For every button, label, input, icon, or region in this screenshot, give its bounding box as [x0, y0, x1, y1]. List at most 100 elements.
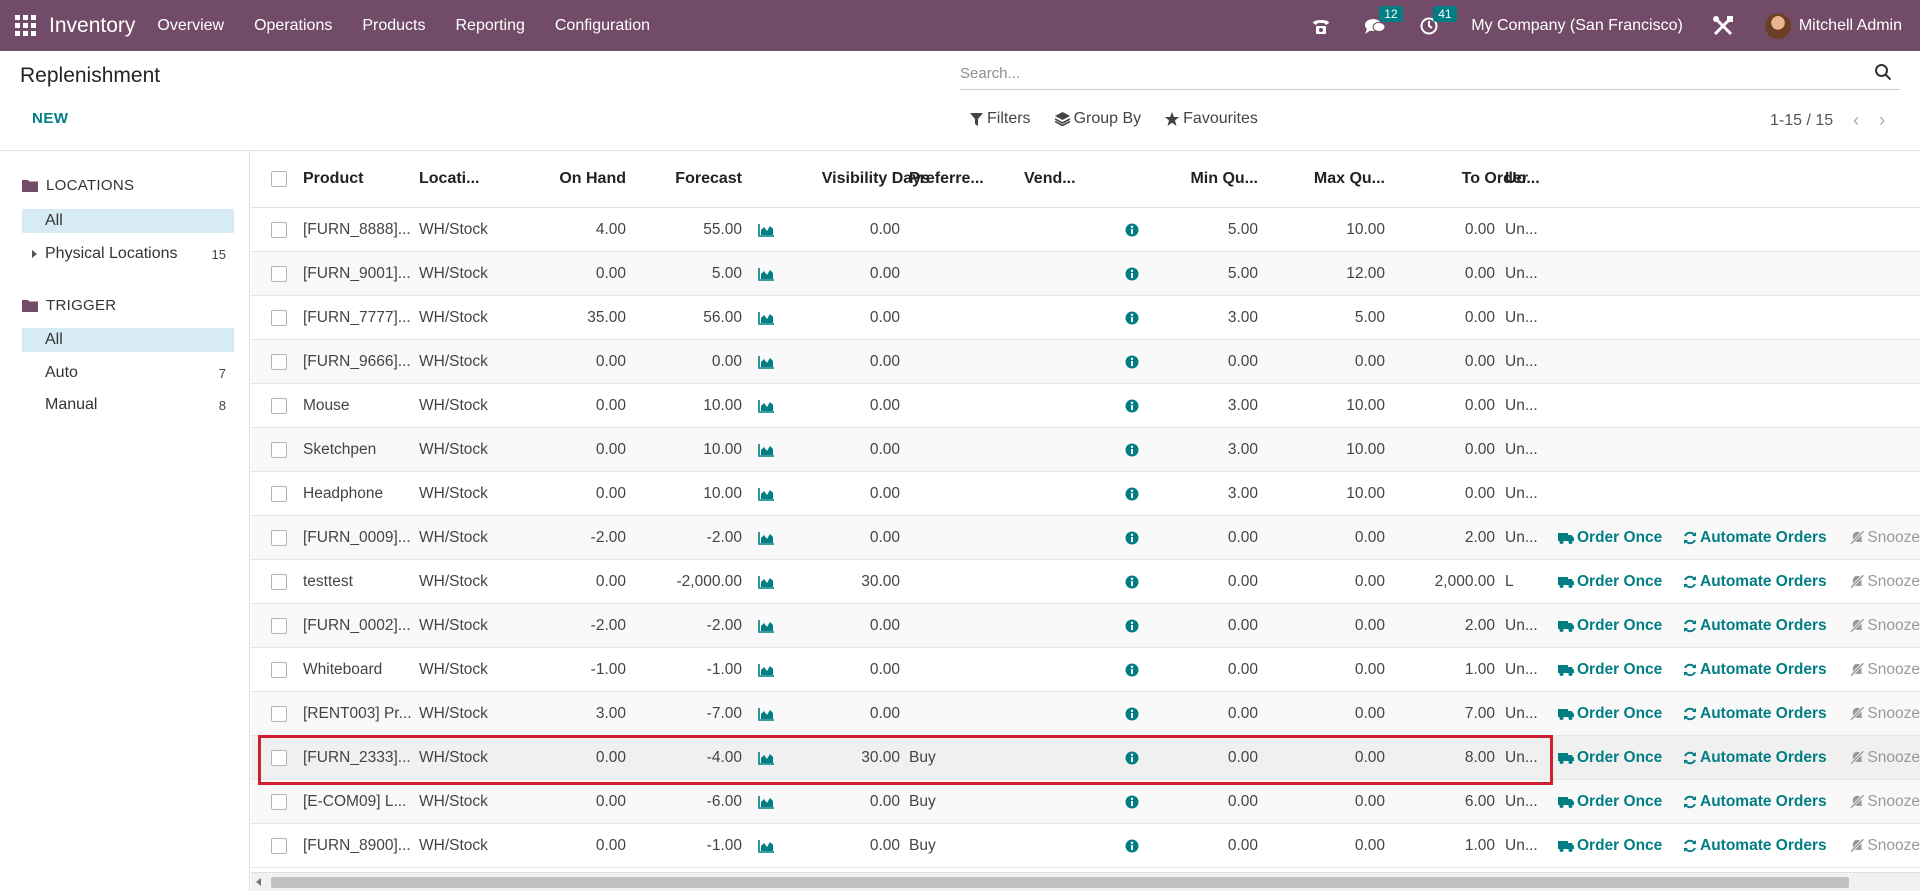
cell-forecast[interactable]: -1.00	[636, 648, 742, 691]
row-checkbox[interactable]	[271, 485, 287, 502]
row-checkbox[interactable]	[271, 529, 287, 546]
cell-forecast[interactable]: 0.00	[636, 340, 742, 383]
table-row[interactable]: Mouse WH/Stock 0.00 10.00 0.00 3.00 10.00 0.00 U…	[251, 384, 1920, 428]
cell-on-hand[interactable]: 0.00	[501, 736, 626, 779]
cell-preferred-route[interactable]: Buy	[909, 736, 999, 779]
cell-max-qty[interactable]: 0.00	[1261, 648, 1385, 691]
cell-min-qty[interactable]: 5.00	[1131, 208, 1258, 251]
cell-uom[interactable]: Un...	[1505, 208, 1545, 251]
location-all[interactable]: All	[22, 209, 234, 233]
cell-forecast[interactable]: -2.00	[636, 604, 742, 647]
snooze-button[interactable]: Snooze	[1850, 560, 1920, 603]
cell-max-qty[interactable]: 0.00	[1261, 780, 1385, 823]
col-forecast[interactable]: Forecast	[636, 151, 742, 207]
pager-value[interactable]: 1-15 / 15	[1770, 112, 1833, 130]
snooze-button[interactable]: Snooze	[1850, 648, 1920, 691]
cell-min-qty[interactable]: 0.00	[1131, 560, 1258, 603]
filters-button[interactable]: Filters	[970, 110, 1031, 128]
cell-forecast[interactable]: -2,000.00	[636, 560, 743, 603]
cell-vendor[interactable]	[1012, 472, 1132, 515]
debug-tools-icon[interactable]	[1711, 14, 1735, 38]
cell-location[interactable]: WH/Stock	[419, 780, 499, 823]
cell-vendor[interactable]	[1012, 824, 1132, 867]
forecast-graph-icon[interactable]	[758, 267, 775, 281]
forecast-graph-icon[interactable]	[758, 751, 775, 765]
table-row[interactable]: [FURN_0002]... WH/Stock -2.00 -2.00 0.00 0.00…	[251, 604, 1920, 648]
cell-max-qty[interactable]: 12.00	[1261, 252, 1385, 295]
cell-max-qty[interactable]: 0.00	[1261, 604, 1385, 647]
cell-product[interactable]: [FURN_2333]...	[303, 736, 415, 779]
cell-vendor[interactable]	[1012, 780, 1132, 823]
chevron-left-icon[interactable]: ‹	[1853, 110, 1859, 131]
cell-preferred-route[interactable]	[909, 692, 999, 735]
cell-product[interactable]: [FURN_9001]...	[303, 252, 415, 295]
cell-uom[interactable]: Un...	[1505, 472, 1545, 515]
row-checkbox[interactable]	[271, 837, 287, 854]
cell-on-hand[interactable]: -2.00	[501, 604, 626, 647]
cell-to-order[interactable]: 2,000.00	[1391, 560, 1495, 603]
app-brand[interactable]: Inventory	[49, 14, 135, 38]
favourites-button[interactable]: Favourites	[1165, 110, 1258, 128]
cell-location[interactable]: WH/Stock	[419, 252, 499, 295]
activities-clock-icon[interactable]: 41	[1417, 5, 1457, 38]
table-row[interactable]: [FURN_8900]... WH/Stock 0.00 -1.00 0.00 Buy 0.…	[251, 824, 1920, 868]
cell-min-qty[interactable]: 0.00	[1131, 780, 1258, 823]
col-location[interactable]: Locati...	[419, 151, 489, 207]
cell-to-order[interactable]: 8.00	[1391, 736, 1495, 779]
cell-on-hand[interactable]: -2.00	[501, 516, 626, 559]
cell-min-qty[interactable]: 3.00	[1131, 384, 1258, 427]
snooze-button[interactable]: Snooze	[1850, 824, 1920, 867]
cell-product[interactable]: [FURN_7777]...	[303, 296, 415, 339]
col-min-qty[interactable]: Min Qu...	[1131, 151, 1258, 207]
forecast-graph-icon[interactable]	[758, 311, 775, 325]
snooze-button[interactable]: Snooze	[1850, 780, 1920, 823]
forecast-graph-icon[interactable]	[758, 487, 775, 501]
automate-orders-button[interactable]: Automate Orders	[1683, 560, 1843, 603]
cell-forecast[interactable]: 5.00	[636, 252, 742, 295]
cell-on-hand[interactable]: 4.00	[501, 208, 626, 251]
cell-visibility-days[interactable]: 0.00	[781, 604, 900, 647]
cell-on-hand[interactable]: 0.00	[501, 472, 626, 515]
cell-uom[interactable]: Un...	[1505, 824, 1545, 867]
cell-product[interactable]: [FURN_9666]...	[303, 340, 415, 383]
cell-preferred-route[interactable]	[909, 472, 999, 515]
cell-vendor[interactable]	[1012, 560, 1132, 603]
cell-to-order[interactable]: 0.00	[1391, 340, 1495, 383]
cell-min-qty[interactable]: 3.00	[1131, 472, 1258, 515]
cell-product[interactable]: Mouse	[303, 384, 415, 427]
row-checkbox[interactable]	[271, 661, 287, 678]
cell-location[interactable]: WH/Stock	[419, 604, 499, 647]
cell-vendor[interactable]	[1012, 516, 1132, 559]
search-input[interactable]	[960, 60, 1840, 86]
cell-forecast[interactable]: 56.00	[636, 296, 742, 339]
trigger-auto[interactable]: Auto 7	[22, 361, 234, 385]
cell-location[interactable]: WH/Stock	[419, 516, 499, 559]
table-row[interactable]: [FURN_0009]... WH/Stock -2.00 -2.00 0.00 0.00…	[251, 516, 1920, 560]
cell-min-qty[interactable]: 0.00	[1131, 516, 1258, 559]
cell-visibility-days[interactable]: 0.00	[781, 648, 900, 691]
cell-location[interactable]: WH/Stock	[419, 824, 499, 867]
phone-icon[interactable]	[1309, 14, 1333, 38]
cell-min-qty[interactable]: 0.00	[1131, 340, 1258, 383]
cell-on-hand[interactable]: 0.00	[501, 560, 626, 603]
forecast-graph-icon[interactable]	[758, 355, 775, 369]
snooze-button[interactable]: Snooze	[1850, 516, 1920, 559]
cell-preferred-route[interactable]: Buy	[909, 780, 999, 823]
cell-location[interactable]: WH/Stock	[419, 560, 499, 603]
automate-orders-button[interactable]: Automate Orders	[1683, 648, 1843, 691]
cell-preferred-route[interactable]	[909, 560, 999, 603]
col-on-hand[interactable]: On Hand	[501, 151, 626, 207]
cell-product[interactable]: Headphone	[303, 472, 415, 515]
cell-vendor[interactable]	[1012, 296, 1132, 339]
cell-on-hand[interactable]: 0.00	[501, 340, 626, 383]
row-checkbox[interactable]	[271, 705, 287, 722]
user-menu[interactable]: Mitchell Admin	[1799, 17, 1902, 35]
cell-forecast[interactable]: -6.00	[636, 780, 742, 823]
cell-min-qty[interactable]: 3.00	[1131, 428, 1258, 471]
order-once-button[interactable]: Order Once	[1558, 516, 1673, 559]
cell-preferred-route[interactable]	[909, 384, 999, 427]
menu-reporting[interactable]: Reporting	[455, 17, 524, 35]
cell-on-hand[interactable]: 0.00	[501, 780, 626, 823]
cell-visibility-days[interactable]: 30.00	[781, 736, 900, 779]
row-checkbox[interactable]	[271, 221, 287, 238]
